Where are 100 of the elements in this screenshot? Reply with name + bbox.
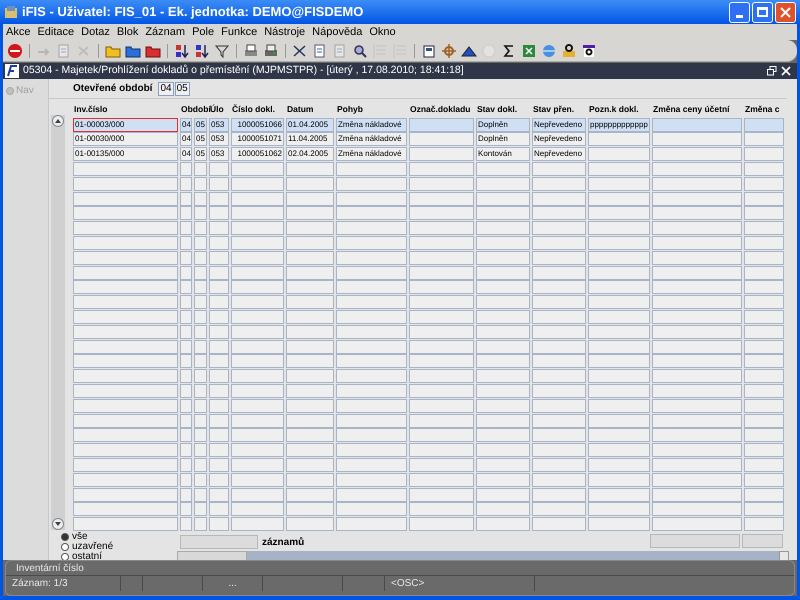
table-cell[interactable]: [409, 132, 474, 146]
table-cell[interactable]: [73, 280, 178, 294]
table-cell[interactable]: [194, 428, 207, 442]
close-button[interactable]: [775, 2, 796, 22]
table-cell[interactable]: [194, 162, 207, 176]
table-cell[interactable]: [409, 414, 474, 428]
table-cell[interactable]: [73, 458, 178, 472]
table-cell[interactable]: Změna nákladové: [336, 132, 407, 146]
table-cell[interactable]: [588, 517, 650, 532]
table-cell[interactable]: [588, 250, 650, 265]
magnifier-icon[interactable]: [352, 42, 368, 58]
table-cell[interactable]: [286, 310, 334, 324]
table-cell[interactable]: [209, 250, 229, 265]
table-cell[interactable]: [231, 206, 284, 220]
table-cell[interactable]: [231, 162, 284, 176]
table-cell[interactable]: [652, 340, 742, 354]
table-cell[interactable]: [73, 236, 178, 250]
table-cell[interactable]: [180, 310, 192, 324]
table-cell[interactable]: 053: [209, 147, 229, 162]
table-cell[interactable]: [476, 176, 530, 191]
table-cell[interactable]: [180, 398, 192, 413]
table-cell[interactable]: [180, 443, 192, 458]
table-cell[interactable]: 01-00003/000: [73, 118, 178, 132]
table-cell[interactable]: [588, 472, 650, 487]
table-cell[interactable]: [194, 488, 207, 502]
table-cell[interactable]: [194, 310, 207, 324]
table-cell[interactable]: [194, 443, 207, 458]
menu-item[interactable]: Blok: [116, 24, 138, 40]
table-cell[interactable]: Změna nákladové: [336, 118, 407, 132]
table-cell[interactable]: [231, 221, 284, 236]
table-cell[interactable]: [744, 488, 784, 502]
table-cell[interactable]: [73, 250, 178, 265]
table-cell[interactable]: 01-00030/000: [73, 132, 178, 146]
table-cell[interactable]: [231, 310, 284, 324]
table-cell[interactable]: 11.04.2005: [286, 132, 334, 146]
table-cell[interactable]: [209, 221, 229, 236]
table-cell[interactable]: [476, 443, 530, 458]
table-cell[interactable]: [336, 221, 407, 236]
table-cell[interactable]: [588, 132, 650, 146]
table-cell[interactable]: [652, 354, 742, 368]
table-cell[interactable]: [231, 443, 284, 458]
table-cell[interactable]: [180, 428, 192, 442]
table-cell[interactable]: [336, 266, 407, 280]
table-cell[interactable]: [180, 414, 192, 428]
table-cell[interactable]: [652, 472, 742, 487]
table-cell[interactable]: [286, 414, 334, 428]
table-cell[interactable]: [180, 458, 192, 472]
table-cell[interactable]: [73, 398, 178, 413]
table-cell[interactable]: [194, 369, 207, 384]
table-cell[interactable]: [209, 162, 229, 176]
filter-icon[interactable]: [214, 42, 230, 58]
table-cell[interactable]: [744, 472, 784, 487]
table-cell[interactable]: [409, 340, 474, 354]
table-cell[interactable]: [532, 517, 586, 532]
menu-item[interactable]: Nápověda: [312, 24, 362, 40]
table-cell[interactable]: 1000051071: [231, 132, 284, 146]
table-cell[interactable]: [532, 176, 586, 191]
table-cell[interactable]: [588, 414, 650, 428]
table-cell[interactable]: [231, 369, 284, 384]
table-cell[interactable]: [532, 192, 586, 206]
table-cell[interactable]: [532, 398, 586, 413]
table-cell[interactable]: [652, 428, 742, 442]
table-cell[interactable]: [231, 266, 284, 280]
table-cell[interactable]: [286, 206, 334, 220]
table-cell[interactable]: [476, 384, 530, 398]
table-cell[interactable]: [652, 384, 742, 398]
table-cell[interactable]: [409, 398, 474, 413]
table-cell[interactable]: [652, 250, 742, 265]
table-cell[interactable]: [231, 428, 284, 442]
table-cell[interactable]: [286, 340, 334, 354]
table-cell[interactable]: [194, 266, 207, 280]
table-cell[interactable]: [180, 192, 192, 206]
table-cell[interactable]: [209, 340, 229, 354]
table-cell[interactable]: [652, 147, 742, 162]
table-cell[interactable]: [744, 176, 784, 191]
table-cell[interactable]: [652, 295, 742, 310]
table-cell[interactable]: [476, 250, 530, 265]
table-cell[interactable]: [73, 428, 178, 442]
table-cell[interactable]: [231, 414, 284, 428]
table-cell[interactable]: [286, 192, 334, 206]
table-cell[interactable]: [744, 206, 784, 220]
table-cell[interactable]: [532, 324, 586, 339]
table-cell[interactable]: [588, 502, 650, 516]
table-cell[interactable]: [209, 354, 229, 368]
table-cell[interactable]: [588, 398, 650, 413]
table-cell[interactable]: [744, 398, 784, 413]
table-cell[interactable]: [73, 162, 178, 176]
table-cell[interactable]: [588, 280, 650, 294]
table-cell[interactable]: [194, 221, 207, 236]
table-cell[interactable]: [231, 340, 284, 354]
table-cell[interactable]: [744, 147, 784, 162]
table-cell[interactable]: [652, 280, 742, 294]
table-cell[interactable]: [476, 206, 530, 220]
table-cell[interactable]: [209, 310, 229, 324]
table-cell[interactable]: 1000051062: [231, 147, 284, 162]
table-cell[interactable]: [744, 295, 784, 310]
table-cell[interactable]: [744, 236, 784, 250]
sort-icon[interactable]: [174, 42, 190, 58]
table-cell[interactable]: [286, 250, 334, 265]
table-cell[interactable]: [652, 488, 742, 502]
